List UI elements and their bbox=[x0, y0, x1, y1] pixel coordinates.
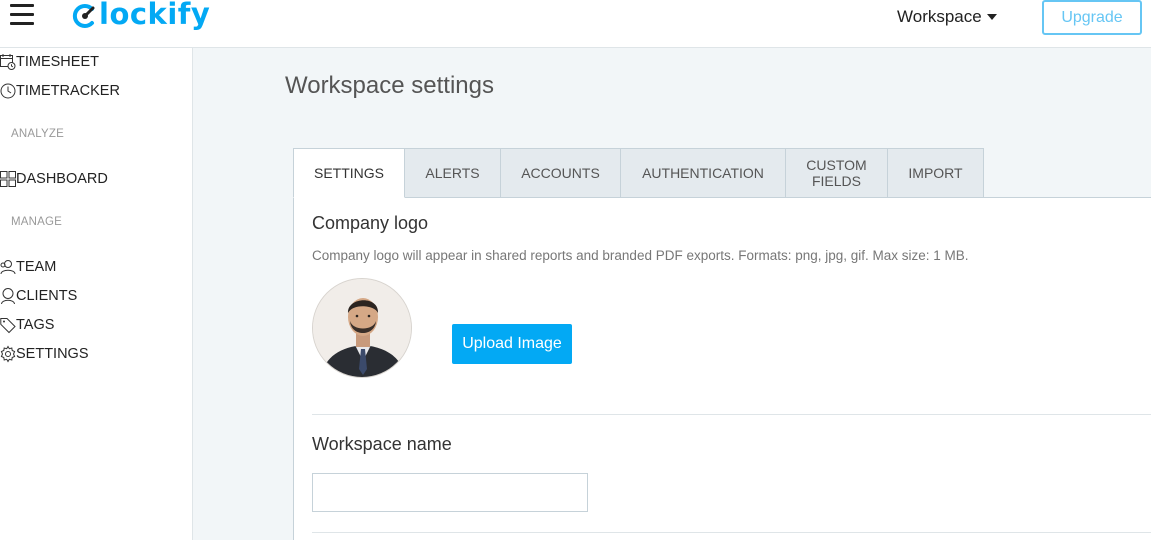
sidebar-item-clients[interactable]: CLIENTS bbox=[0, 284, 77, 308]
company-logo-avatar bbox=[312, 278, 412, 378]
tab-settings[interactable]: SETTINGS bbox=[293, 148, 405, 198]
tab-accounts[interactable]: ACCOUNTS bbox=[501, 148, 621, 198]
sidebar-item-label: SETTINGS bbox=[16, 346, 89, 362]
sidebar-item-tags[interactable]: TAGS bbox=[0, 313, 54, 337]
caret-down-icon bbox=[986, 14, 997, 20]
tab-alerts[interactable]: ALERTS bbox=[405, 148, 501, 198]
tag-icon bbox=[0, 316, 16, 334]
sidebar-item-dashboard[interactable]: DASHBOARD bbox=[0, 167, 108, 191]
sidebar-item-timetracker[interactable]: TIMETRACKER bbox=[0, 79, 120, 103]
settings-tabs: SETTINGS ALERTS ACCOUNTS AUTHENTICATION … bbox=[293, 148, 984, 198]
clockify-logo[interactable]: lockify bbox=[72, 0, 210, 34]
company-logo-description: Company logo will appear in shared repor… bbox=[312, 248, 969, 263]
tab-import[interactable]: IMPORT bbox=[888, 148, 984, 198]
sidebar-item-label: CLIENTS bbox=[16, 288, 78, 304]
sidebar-item-team[interactable]: TEAM bbox=[0, 255, 56, 279]
workspace-name-heading: Workspace name bbox=[312, 434, 452, 454]
team-icon bbox=[0, 258, 16, 276]
section-label-analyze: ANALYZE bbox=[11, 128, 64, 140]
section-divider bbox=[312, 414, 1151, 415]
page-title: Workspace settings bbox=[285, 72, 494, 99]
workspace-dropdown-label: Workspace bbox=[897, 7, 982, 26]
top-header: lockify Workspace Upgrade bbox=[0, 0, 1151, 48]
sidebar-item-label: TIMESHEET bbox=[16, 54, 99, 70]
sidebar-item-label: TAGS bbox=[16, 317, 55, 333]
hamburger-menu-icon[interactable] bbox=[10, 4, 34, 26]
sidebar-item-timesheet[interactable]: TIMESHEET bbox=[0, 50, 99, 74]
upload-image-button[interactable]: Upload Image bbox=[452, 324, 572, 364]
client-icon bbox=[0, 287, 16, 305]
sidebar-item-label: TIMETRACKER bbox=[16, 83, 120, 99]
section-divider bbox=[312, 532, 1151, 533]
dashboard-grid-icon bbox=[0, 170, 16, 188]
gear-icon bbox=[0, 345, 16, 363]
section-label-manage: MANAGE bbox=[11, 216, 63, 228]
sidebar-item-settings[interactable]: SETTINGS bbox=[0, 342, 89, 366]
workspace-dropdown[interactable]: Workspace bbox=[897, 7, 997, 27]
clockify-logo-mark-icon bbox=[72, 1, 98, 28]
logo-text: lockify bbox=[99, 0, 211, 31]
clock-icon bbox=[0, 82, 16, 100]
calendar-clock-icon bbox=[0, 53, 16, 71]
upgrade-button[interactable]: Upgrade bbox=[1042, 0, 1142, 35]
sidebar-item-label: DASHBOARD bbox=[16, 171, 108, 187]
company-logo-heading: Company logo bbox=[312, 213, 429, 233]
sidebar: TIMESHEET TIMETRACKER ANALYZE DASHBOARD … bbox=[0, 48, 193, 540]
tab-custom-fields[interactable]: CUSTOM FIELDS bbox=[786, 148, 888, 198]
sidebar-item-label: TEAM bbox=[16, 259, 57, 275]
tab-authentication[interactable]: AUTHENTICATION bbox=[621, 148, 786, 198]
workspace-name-input[interactable] bbox=[312, 473, 588, 512]
